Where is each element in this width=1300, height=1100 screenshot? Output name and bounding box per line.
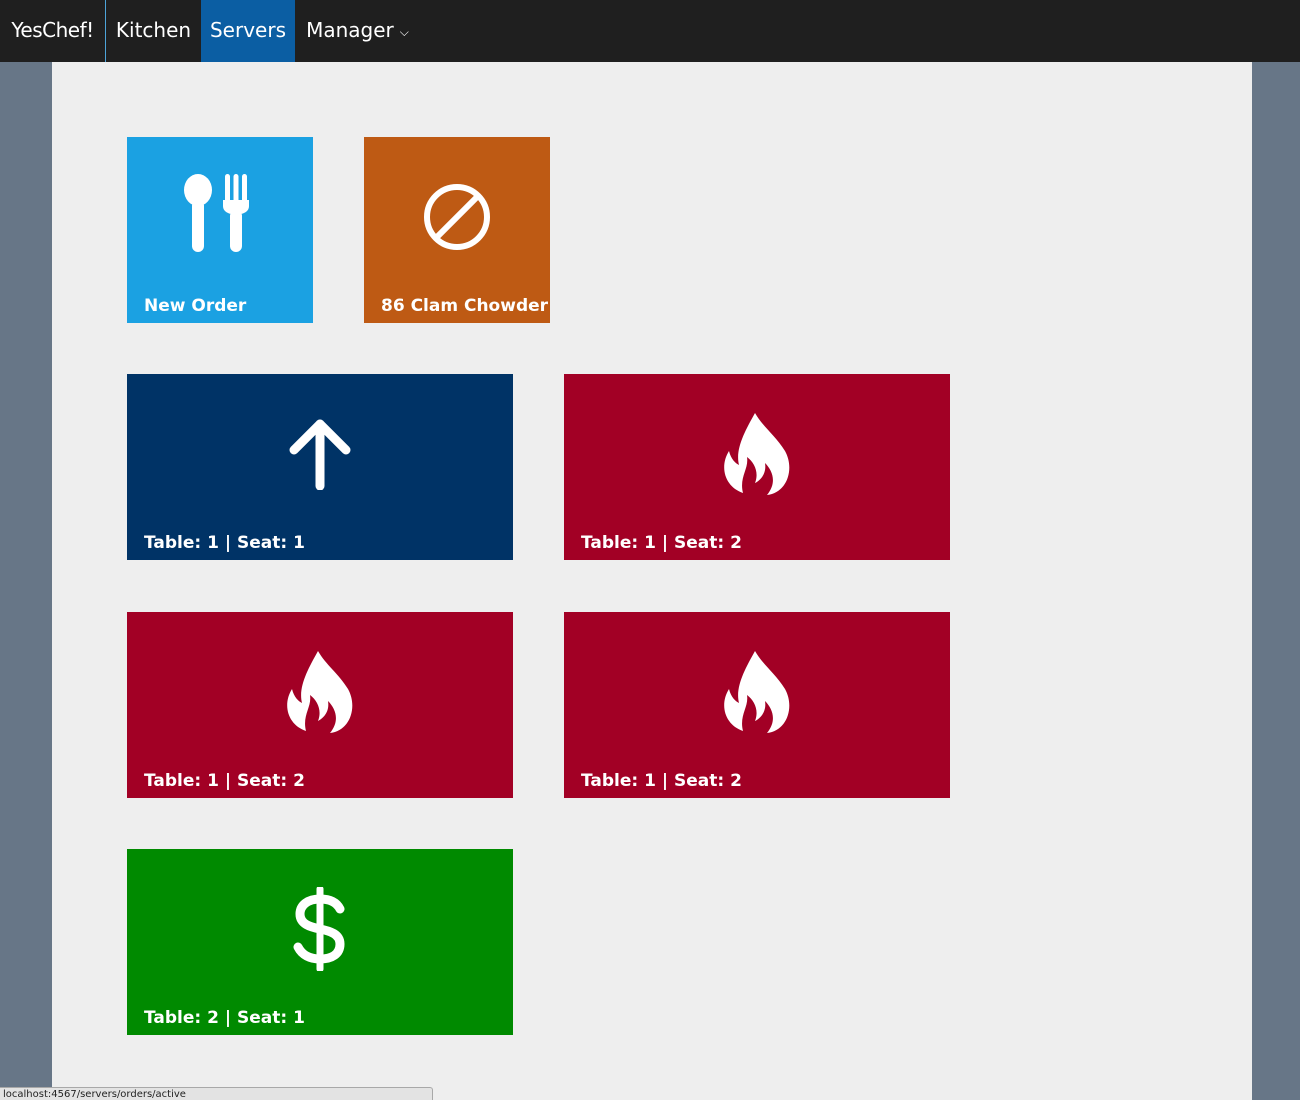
dollar-icon (127, 849, 513, 1009)
nav-item-manager-label: Manager (306, 18, 394, 42)
eighty-six-item-label: 86 Clam Chowder (381, 296, 549, 316)
arrow-up-icon (127, 374, 513, 534)
order-tile-label: Table: 1 | Seat: 1 (144, 533, 305, 553)
top-navbar: YesChef! Kitchen Servers Manager ⌵ (0, 0, 1300, 62)
order-tile-label: Table: 1 | Seat: 2 (144, 771, 305, 791)
brand-link[interactable]: YesChef! (0, 0, 106, 62)
order-tile-label: Table: 1 | Seat: 2 (581, 533, 742, 553)
order-tile[interactable]: Table: 2 | Seat: 1 (127, 849, 513, 1035)
nav-item-manager-dropdown[interactable]: Manager ⌵ (295, 0, 420, 62)
nav-item-kitchen[interactable]: Kitchen (106, 0, 201, 62)
order-tile[interactable]: Table: 1 | Seat: 2 (564, 612, 950, 798)
ban-icon (364, 137, 550, 297)
browser-status-bar: localhost:4567/servers/orders/active (0, 1087, 433, 1100)
fire-icon (127, 612, 513, 772)
new-order-label: New Order (144, 296, 247, 316)
order-tile-label: Table: 2 | Seat: 1 (144, 1008, 305, 1028)
fire-icon (564, 612, 950, 772)
new-order-tile[interactable]: New Order (127, 137, 313, 323)
fire-icon (564, 374, 950, 534)
order-tile[interactable]: Table: 1 | Seat: 2 (127, 612, 513, 798)
eighty-six-item-tile[interactable]: 86 Clam Chowder (364, 137, 550, 323)
order-tile-label: Table: 1 | Seat: 2 (581, 771, 742, 791)
order-tile[interactable]: Table: 1 | Seat: 2 (564, 374, 950, 560)
nav-item-servers[interactable]: Servers (201, 0, 295, 62)
order-tile[interactable]: Table: 1 | Seat: 1 (127, 374, 513, 560)
main-content: New Order 86 Clam Chowder Table: 1 | Sea… (52, 62, 1252, 1100)
utensils-icon (127, 137, 313, 297)
chevron-down-icon: ⌵ (399, 24, 409, 39)
